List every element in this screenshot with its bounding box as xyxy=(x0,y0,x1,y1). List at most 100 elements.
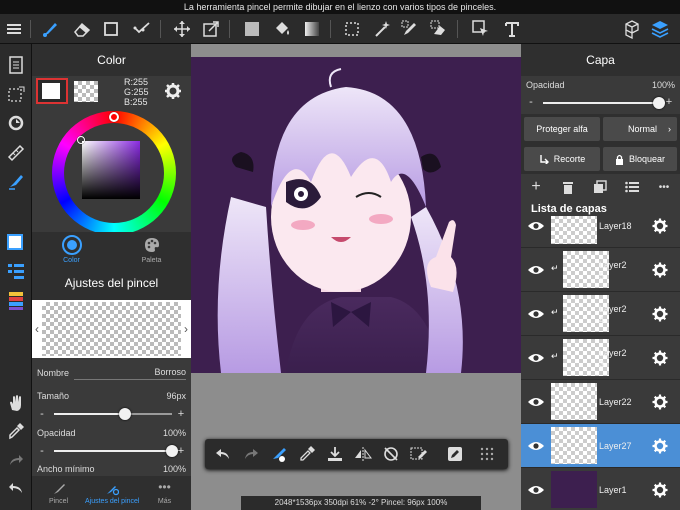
eye-visibility-icon[interactable] xyxy=(525,392,547,412)
shape-tool-icon[interactable] xyxy=(99,14,123,44)
quick-eyedropper-icon[interactable] xyxy=(295,442,319,466)
layer-settings-gear-icon[interactable] xyxy=(649,392,671,412)
lock-button[interactable]: Bloquear xyxy=(603,147,677,171)
quick-brush-icon[interactable] xyxy=(267,442,291,466)
tab-brush[interactable]: Pincel xyxy=(32,476,85,510)
eye-visibility-icon[interactable] xyxy=(525,304,547,324)
eraser-tool-icon[interactable] xyxy=(70,14,94,44)
eye-visibility-icon[interactable] xyxy=(525,216,547,236)
layer-row[interactable]: Layer18 xyxy=(521,216,680,248)
tab-more[interactable]: ••• Más xyxy=(138,476,191,510)
sv-cursor[interactable] xyxy=(77,136,85,144)
brush-opacity-plus-button[interactable]: + xyxy=(175,445,187,457)
rotate-canvas-icon[interactable] xyxy=(0,110,32,136)
quick-pen-icon[interactable] xyxy=(443,442,467,466)
color-settings-gear-icon[interactable] xyxy=(162,80,184,102)
size-plus-button[interactable]: + xyxy=(175,408,187,420)
line-tool-icon[interactable] xyxy=(130,14,154,44)
layer-row[interactable]: ↵ Layer2 5 xyxy=(521,248,680,292)
selection-pen-icon[interactable] xyxy=(398,14,422,44)
duplicate-layer-icon[interactable] xyxy=(591,178,609,196)
eye-visibility-icon[interactable] xyxy=(525,480,547,500)
layers-icon[interactable] xyxy=(648,14,672,44)
canvas-area[interactable]: 2048*1536px 350dpi 61% -2° Pincel: 96px … xyxy=(191,44,521,510)
blend-mode-select[interactable]: Normal › xyxy=(603,117,677,141)
tab-brush-settings[interactable]: Ajustes del pincel xyxy=(85,476,139,510)
sub-color-swatch[interactable] xyxy=(74,81,98,102)
layer-settings-gear-icon[interactable] xyxy=(649,436,671,456)
clipping-button[interactable]: Recorte xyxy=(524,147,600,171)
layer-settings-gear-icon[interactable] xyxy=(649,216,671,236)
quick-grid-icon[interactable] xyxy=(475,442,499,466)
undo-icon[interactable] xyxy=(0,476,32,502)
palette-icon xyxy=(144,237,160,253)
layer-row[interactable]: Layer1 xyxy=(521,468,680,510)
eye-visibility-icon[interactable] xyxy=(525,348,547,368)
chevron-left-icon[interactable]: ‹ xyxy=(32,300,42,358)
chevron-right-icon[interactable]: › xyxy=(181,300,191,358)
saturation-square[interactable] xyxy=(82,141,140,199)
layer-row[interactable]: Layer27 xyxy=(521,424,680,468)
gradient-tool-icon[interactable] xyxy=(300,14,324,44)
select-tool-icon[interactable] xyxy=(340,14,364,44)
quick-save-icon[interactable] xyxy=(323,442,347,466)
brush-opacity-slider[interactable] xyxy=(54,445,178,457)
brush-opacity-minus-button[interactable]: - xyxy=(37,445,47,457)
menu-icon[interactable] xyxy=(2,14,26,44)
ruler-icon[interactable] xyxy=(0,140,32,166)
hue-cursor[interactable] xyxy=(109,112,119,122)
main-color-swatch[interactable] xyxy=(36,78,68,104)
layer-more-icon[interactable]: ••• xyxy=(655,178,673,196)
move-tool-icon[interactable] xyxy=(170,14,194,44)
eye-visibility-icon[interactable] xyxy=(525,260,547,280)
left-tool-strip xyxy=(0,44,32,510)
layer-list-view-icon[interactable] xyxy=(623,178,641,196)
quick-selection-icon[interactable] xyxy=(407,442,431,466)
layer-settings-gear-icon[interactable] xyxy=(649,348,671,368)
select-layer-icon[interactable] xyxy=(469,14,493,44)
quick-flip-icon[interactable] xyxy=(351,442,375,466)
layer-row[interactable]: ↵ Layer2 4 xyxy=(521,292,680,336)
fill-color-icon[interactable] xyxy=(240,14,264,44)
brush-tool-icon[interactable] xyxy=(38,14,62,44)
layer-settings-gear-icon[interactable] xyxy=(649,260,671,280)
quick-redo-icon[interactable] xyxy=(239,442,263,466)
bucket-tool-icon[interactable] xyxy=(270,14,294,44)
material-icon[interactable] xyxy=(620,14,644,44)
color-wheel[interactable] xyxy=(52,111,176,235)
stabilizer-brush-icon[interactable] xyxy=(0,168,32,194)
layer-row[interactable]: ↵ Layer2 3 xyxy=(521,336,680,380)
selection-layer-icon[interactable] xyxy=(0,82,32,108)
quick-rotate-reset-icon[interactable] xyxy=(379,442,403,466)
text-tool-icon[interactable] xyxy=(500,14,524,44)
tab-palette[interactable]: Paleta xyxy=(112,232,191,266)
redo-icon[interactable] xyxy=(0,448,32,474)
color-swatch-icon[interactable] xyxy=(0,230,32,256)
magic-wand-icon[interactable] xyxy=(370,14,394,44)
brush-preview[interactable]: ‹ › xyxy=(32,300,191,358)
layer-opacity-minus-button[interactable]: - xyxy=(526,96,536,108)
layer-opacity-slider[interactable] xyxy=(543,97,665,109)
eyedropper-icon[interactable] xyxy=(0,418,32,444)
layer-list-icon[interactable] xyxy=(0,258,32,284)
layer-row[interactable]: Layer22 xyxy=(521,380,680,424)
layer-opacity-plus-button[interactable]: + xyxy=(663,96,675,108)
add-layer-icon[interactable]: + xyxy=(527,178,545,196)
layer-name: Layer2 5 xyxy=(599,260,627,281)
transform-tool-icon[interactable] xyxy=(199,14,223,44)
size-slider[interactable] xyxy=(54,408,172,420)
palette-layers-icon[interactable] xyxy=(0,288,32,314)
hand-tool-icon[interactable] xyxy=(0,390,32,416)
delete-layer-icon[interactable] xyxy=(559,178,577,196)
layer-settings-gear-icon[interactable] xyxy=(649,304,671,324)
eye-visibility-icon[interactable] xyxy=(525,436,547,456)
selection-eraser-icon[interactable] xyxy=(427,14,451,44)
layer-settings-gear-icon[interactable] xyxy=(649,480,671,500)
artwork-canvas[interactable] xyxy=(191,57,521,373)
page-manager-icon[interactable] xyxy=(0,52,32,78)
quick-undo-icon[interactable] xyxy=(211,442,235,466)
tab-color[interactable]: Color xyxy=(32,232,111,266)
brush-name-value[interactable]: Borroso xyxy=(74,367,186,380)
protect-alpha-button[interactable]: Proteger alfa xyxy=(524,117,600,141)
size-minus-button[interactable]: - xyxy=(37,408,47,420)
